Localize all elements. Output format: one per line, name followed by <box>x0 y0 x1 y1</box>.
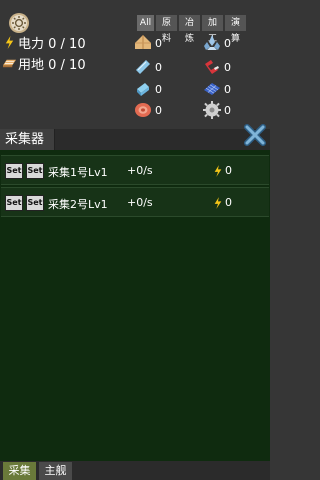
resource-cog: 0 <box>203 100 263 120</box>
collector-rate: +0/s <box>127 164 153 177</box>
resource-value: 0 <box>155 36 162 50</box>
filter-tab-all[interactable]: All <box>137 15 154 31</box>
set-button[interactable]: Set <box>26 163 44 179</box>
resource-value: 0 <box>155 103 162 117</box>
filter-tab-process[interactable]: 加工 <box>202 15 223 44</box>
filter-tab-compute[interactable]: 演算 <box>225 15 246 44</box>
bottom-tab-bar: 采集 主舰 <box>0 461 270 480</box>
set-button[interactable]: Set <box>5 195 23 211</box>
land-label: 用地 0 / 10 <box>18 57 86 73</box>
collector-name: 采集1号Lv1 <box>48 166 108 179</box>
coil-icon <box>135 103 151 117</box>
settings-gear-icon[interactable] <box>8 12 30 34</box>
filter-tab-smelt[interactable]: 冶炼 <box>179 15 200 44</box>
battery-icon <box>137 83 149 96</box>
resource-value: 0 <box>224 36 231 50</box>
close-icon[interactable] <box>243 123 267 147</box>
power-value: 0 <box>225 196 232 209</box>
resource-value: 0 <box>155 82 162 96</box>
glass-icon <box>136 60 150 74</box>
power-stat: 电力 0 / 10 <box>3 33 86 52</box>
land-icon <box>3 59 16 67</box>
solar-panel-icon <box>204 83 220 95</box>
resource-value: 0 <box>224 82 231 96</box>
resource-magnet: 0 <box>203 57 263 77</box>
magnet-icon <box>205 60 219 74</box>
lightning-icon <box>214 196 222 209</box>
land-stat: 用地 0 / 10 <box>3 54 86 73</box>
collector-name: 采集2号Lv1 <box>48 198 108 211</box>
set-button[interactable]: Set <box>26 195 44 211</box>
lightning-icon <box>5 35 14 49</box>
lightning-icon <box>214 164 222 177</box>
tab-mothership[interactable]: 主舰 <box>39 462 72 480</box>
resource-glass: 0 <box>134 57 194 77</box>
power-value: 0 <box>225 164 232 177</box>
resource-wood: 0 <box>134 33 194 53</box>
collector-row: Set Set 采集1号Lv1 +0/s 0 <box>1 155 269 185</box>
panel-title: 采集器 <box>0 129 55 150</box>
collector-row: Set Set 采集2号Lv1 +0/s 0 <box>1 187 269 217</box>
collector-power: 0 <box>213 164 232 177</box>
collector-list: Set Set 采集1号Lv1 +0/s 0 Set Set 采集2号Lv1 +… <box>0 150 270 461</box>
resource-value: 0 <box>155 60 162 74</box>
tab-collect[interactable]: 采集 <box>3 462 36 480</box>
wood-icon <box>135 35 151 49</box>
cog-icon <box>203 101 221 119</box>
set-button[interactable]: Set <box>5 163 23 179</box>
resource-coil: 0 <box>134 100 194 120</box>
power-label: 电力 0 / 10 <box>18 36 86 52</box>
collector-panel-header: 采集器 <box>0 124 270 150</box>
resource-crystal: 0 <box>203 33 263 53</box>
collector-rate: +0/s <box>127 196 153 209</box>
collector-power: 0 <box>213 196 232 209</box>
crystal-icon <box>204 35 220 50</box>
filter-tab-raw[interactable]: 原料 <box>156 15 177 44</box>
resource-battery: 0 <box>134 79 194 99</box>
resource-value: 0 <box>224 103 231 117</box>
resource-solar-panel: 0 <box>203 79 263 99</box>
resource-value: 0 <box>224 60 231 74</box>
resource-filter-tabs: All 原料 冶炼 加工 演算 <box>137 15 246 44</box>
